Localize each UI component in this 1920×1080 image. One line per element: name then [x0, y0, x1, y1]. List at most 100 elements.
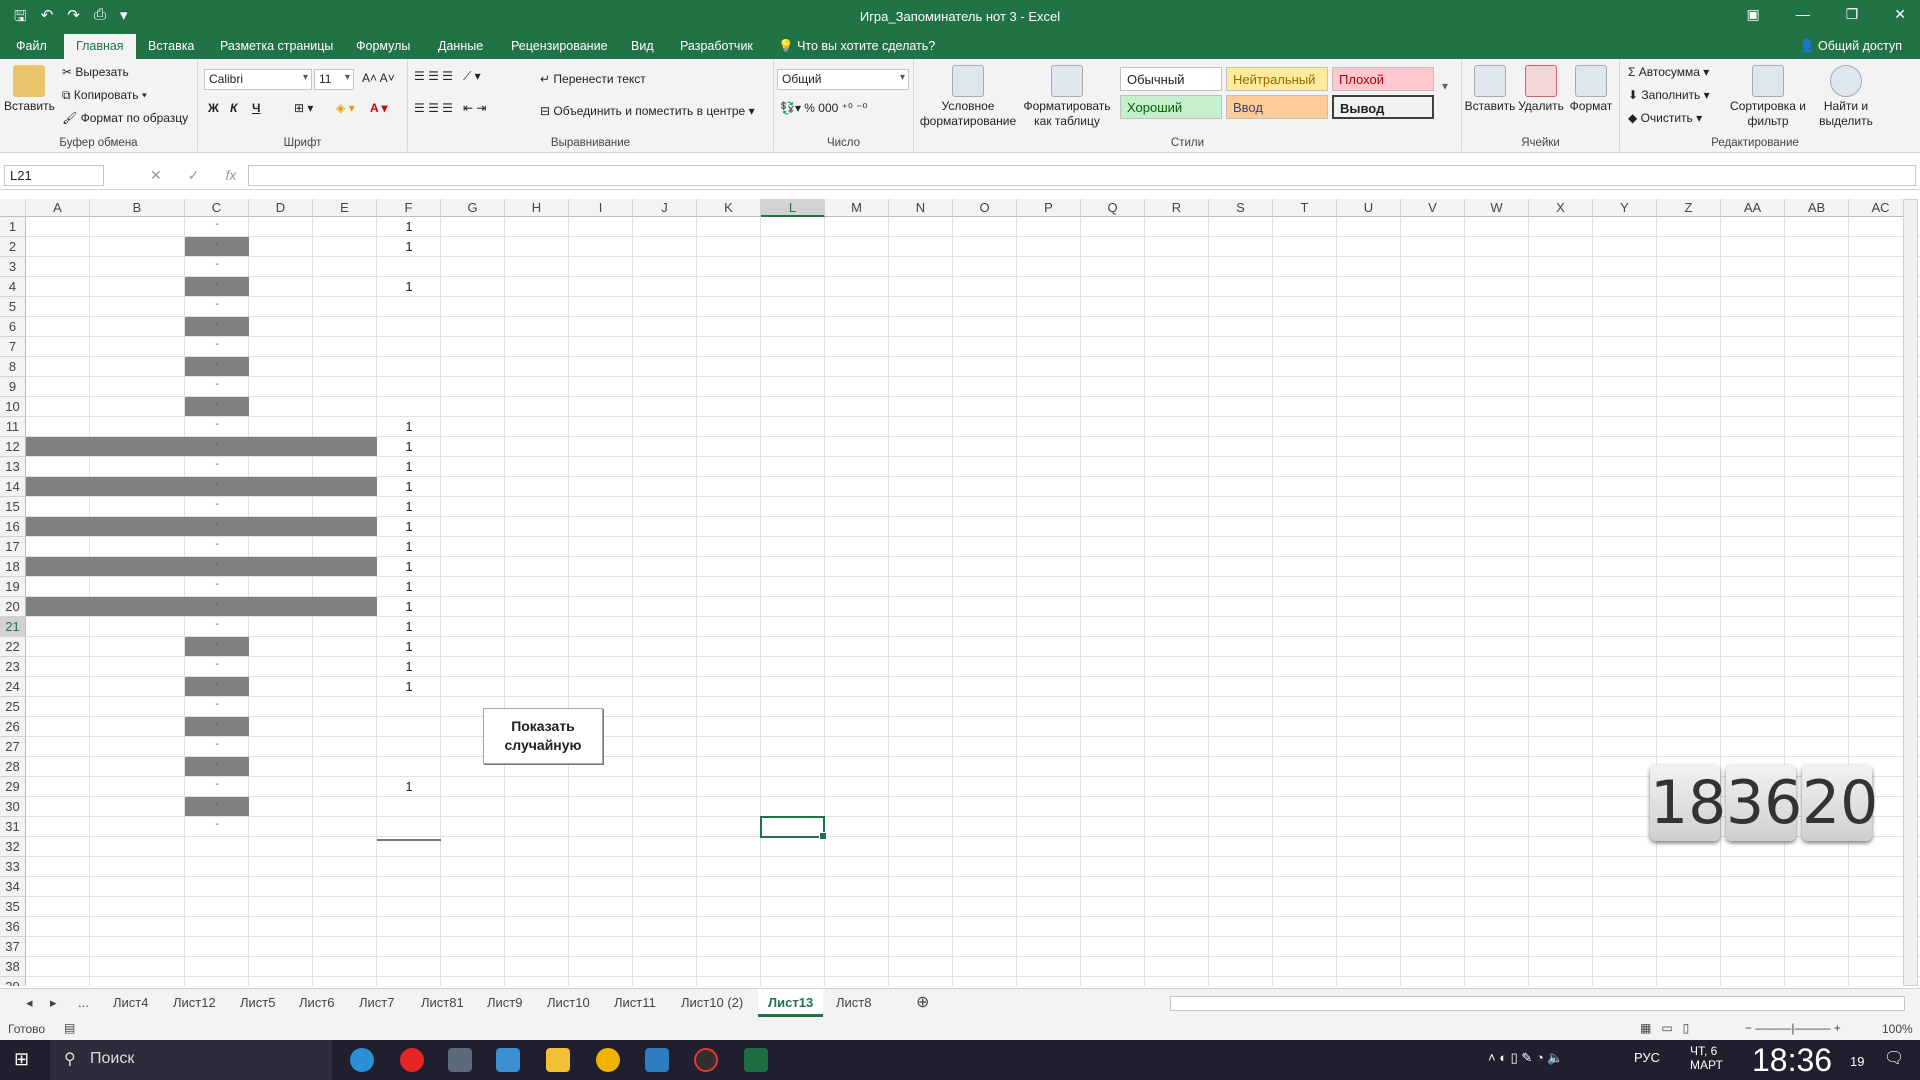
- column-header-D[interactable]: D: [249, 199, 313, 217]
- row-header-14[interactable]: 14: [0, 477, 26, 497]
- row-header-32[interactable]: 32: [0, 837, 26, 857]
- italic-button[interactable]: К: [230, 101, 237, 115]
- scroll-tabs-left-icon[interactable]: ◂: [26, 995, 33, 1011]
- font-color-icon[interactable]: A ▾: [370, 101, 388, 115]
- style-input[interactable]: Ввод: [1226, 95, 1328, 119]
- sheet-tab-list10-2[interactable]: Лист10 (2): [681, 995, 743, 1010]
- merge-center-button[interactable]: ⊟ Объединить и поместить в центре ▾: [540, 104, 755, 118]
- sheet-tab-list4[interactable]: Лист4: [113, 995, 148, 1010]
- tab-home[interactable]: Главная: [64, 34, 136, 59]
- find-select-button[interactable]: Найти и выделить: [1810, 65, 1882, 129]
- yandex-icon[interactable]: [400, 1048, 424, 1072]
- cell-C18[interactable]: -: [185, 559, 249, 570]
- row-header-27[interactable]: 27: [0, 737, 26, 757]
- paste-button[interactable]: Вставить: [4, 65, 55, 114]
- format-cells-button[interactable]: Формат: [1566, 65, 1616, 114]
- row-header-16[interactable]: 16: [0, 517, 26, 537]
- horizontal-scrollbar[interactable]: [1170, 996, 1905, 1011]
- row-header-1[interactable]: 1: [0, 217, 26, 237]
- cancel-icon[interactable]: ✕: [150, 167, 162, 184]
- style-neutral[interactable]: Нейтральный: [1226, 67, 1328, 91]
- row-header-15[interactable]: 15: [0, 497, 26, 517]
- cell-F23[interactable]: 1: [377, 659, 441, 674]
- cell-C19[interactable]: -: [185, 579, 249, 590]
- row-header-29[interactable]: 29: [0, 777, 26, 797]
- cell-C21[interactable]: -: [185, 619, 249, 630]
- tray-icons[interactable]: ˄ ◐ ▯ ✎ ◔ 🔈: [1488, 1050, 1564, 1066]
- row-header-3[interactable]: 3: [0, 257, 26, 277]
- minimize-icon[interactable]: —: [1796, 6, 1810, 23]
- row-header-28[interactable]: 28: [0, 757, 26, 777]
- column-header-T[interactable]: T: [1273, 199, 1337, 217]
- column-header-N[interactable]: N: [889, 199, 953, 217]
- format-painter-button[interactable]: 🖌 Формат по образцу: [62, 111, 188, 125]
- column-header-X[interactable]: X: [1529, 199, 1593, 217]
- tab-insert[interactable]: Вставка: [148, 39, 194, 53]
- column-header-H[interactable]: H: [505, 199, 569, 217]
- cell-C25[interactable]: -: [185, 699, 249, 710]
- cell-C22[interactable]: -: [185, 639, 249, 650]
- formula-input[interactable]: [248, 165, 1916, 186]
- cell-C30[interactable]: -: [185, 799, 249, 810]
- view-mode-icons[interactable]: ▦ ▭ ▯: [1640, 1021, 1689, 1035]
- sheet-tab-list8[interactable]: Лист8: [836, 995, 871, 1010]
- column-header-A[interactable]: A: [26, 199, 90, 217]
- cell-C12[interactable]: -: [185, 439, 249, 450]
- tab-data[interactable]: Данные: [438, 39, 483, 53]
- row-header-2[interactable]: 2: [0, 237, 26, 257]
- enter-icon[interactable]: ✓: [188, 167, 200, 184]
- insert-function-icon[interactable]: fx: [225, 167, 236, 184]
- sheet-tab-more[interactable]: ...: [78, 995, 89, 1010]
- row-header-26[interactable]: 26: [0, 717, 26, 737]
- cell-F15[interactable]: 1: [377, 499, 441, 514]
- conditional-formatting-button[interactable]: Условное форматирование: [918, 65, 1018, 129]
- column-header-C[interactable]: C: [185, 199, 249, 217]
- cell-C8[interactable]: -: [185, 359, 249, 370]
- borders-icon[interactable]: ⊞ ▾: [294, 101, 313, 115]
- style-good[interactable]: Хороший: [1120, 95, 1222, 119]
- notepad-icon[interactable]: [496, 1048, 520, 1072]
- font-size-combo[interactable]: 11: [314, 69, 354, 90]
- cell-C26[interactable]: -: [185, 719, 249, 730]
- add-sheet-icon[interactable]: ⊕: [916, 992, 929, 1012]
- clear-button[interactable]: ◆ Очистить ▾: [1628, 111, 1702, 125]
- cell-F11[interactable]: 1: [377, 419, 441, 434]
- chrome-icon[interactable]: [596, 1048, 620, 1072]
- row-header-36[interactable]: 36: [0, 917, 26, 937]
- cell-F12[interactable]: 1: [377, 439, 441, 454]
- delete-cells-button[interactable]: Удалить: [1516, 65, 1566, 114]
- cell-F13[interactable]: 1: [377, 459, 441, 474]
- row-header-25[interactable]: 25: [0, 697, 26, 717]
- row-header-24[interactable]: 24: [0, 677, 26, 697]
- column-header-B[interactable]: B: [90, 199, 185, 217]
- vertical-scrollbar[interactable]: [1903, 199, 1918, 986]
- style-output[interactable]: Вывод: [1332, 95, 1434, 119]
- cell-F18[interactable]: 1: [377, 559, 441, 574]
- row-header-34[interactable]: 34: [0, 877, 26, 897]
- cell-F14[interactable]: 1: [377, 479, 441, 494]
- cell-C31[interactable]: -: [185, 819, 249, 830]
- row-header-13[interactable]: 13: [0, 457, 26, 477]
- notifications-icon[interactable]: 🗨: [1884, 1048, 1904, 1068]
- row-header-6[interactable]: 6: [0, 317, 26, 337]
- underline-button[interactable]: Ч: [252, 101, 260, 115]
- cell-C3[interactable]: -: [185, 259, 249, 270]
- sheet-tab-list13[interactable]: Лист13: [758, 989, 824, 1017]
- column-header-S[interactable]: S: [1209, 199, 1273, 217]
- number-format-icons[interactable]: 💱▾ % 000 ⁺⁰ ⁻⁰: [780, 101, 867, 115]
- cell-F1[interactable]: 1: [377, 219, 441, 234]
- recorder-icon[interactable]: [694, 1048, 718, 1072]
- sort-filter-button[interactable]: Сортировка и фильтр: [1728, 65, 1808, 129]
- windows-start-icon[interactable]: ⊞: [14, 1049, 29, 1070]
- bold-button[interactable]: Ж: [208, 101, 219, 115]
- column-header-R[interactable]: R: [1145, 199, 1209, 217]
- row-header-17[interactable]: 17: [0, 537, 26, 557]
- taskbar-search[interactable]: ⚲ Поиск: [50, 1040, 332, 1080]
- font-name-combo[interactable]: Calibri: [204, 69, 312, 90]
- excel-icon[interactable]: [744, 1048, 768, 1072]
- row-header-21[interactable]: 21: [0, 617, 26, 637]
- calculator-icon[interactable]: [645, 1048, 669, 1072]
- row-header-9[interactable]: 9: [0, 377, 26, 397]
- column-header-P[interactable]: P: [1017, 199, 1081, 217]
- zoom-slider[interactable]: − ———|——— +: [1745, 1021, 1841, 1035]
